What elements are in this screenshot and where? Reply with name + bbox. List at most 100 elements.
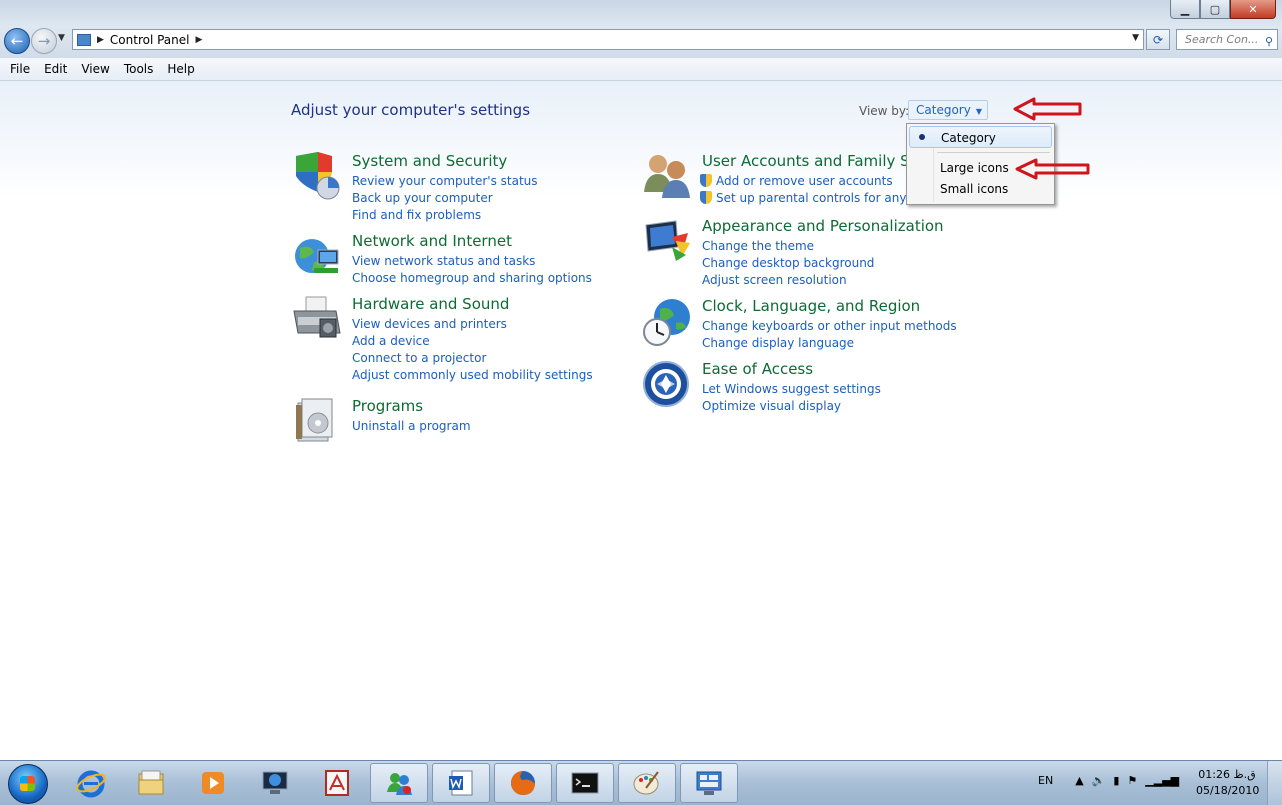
category-title[interactable]: Ease of Access [702,360,813,378]
pdf-icon [325,770,349,796]
control-panel-icon [696,771,722,795]
taskbar-kmplayer[interactable] [246,763,304,803]
monitor-paint-icon[interactable] [642,217,692,267]
close-button[interactable]: ✕ [1230,0,1276,19]
address-dropdown-button[interactable]: ▼ [1132,33,1139,43]
uac-shield-icon [700,191,712,204]
taskbar-command-prompt[interactable] [556,763,614,803]
view-option-category[interactable]: Category [909,126,1052,148]
ease-of-access-icon[interactable] [642,360,692,410]
link-display-language[interactable]: Change display language [702,334,957,351]
shield-icon[interactable] [292,152,342,202]
chevron-right-icon[interactable]: ▶ [196,35,203,45]
menu-tools[interactable]: Tools [117,62,161,76]
menu-help[interactable]: Help [160,62,201,76]
clock-date: 05/18/2010 [1196,784,1260,797]
printer-icon[interactable] [292,295,342,345]
link-devices-printers[interactable]: View devices and printers [352,315,593,332]
link-windows-suggest[interactable]: Let Windows suggest settings [702,380,881,397]
link-homegroup[interactable]: Choose homegroup and sharing options [352,269,592,286]
search-icon[interactable]: ⚲ [1265,32,1273,51]
link-optimize-display[interactable]: Optimize visual display [702,397,881,414]
refresh-button[interactable]: ⟳ [1146,29,1170,50]
annotation-arrow-view-by [1013,97,1082,121]
paint-palette-icon [633,771,659,795]
link-connect-projector[interactable]: Connect to a projector [352,349,593,366]
category-title[interactable]: User Accounts and Family Saf [702,152,924,170]
view-by-dropdown[interactable]: Category ▼ [908,100,988,120]
link-find-fix[interactable]: Find and fix problems [352,206,538,223]
taskbar-word[interactable] [432,763,490,803]
taskbar-paint[interactable] [618,763,676,803]
link-parental-controls[interactable]: Set up parental controls for any use [700,189,931,206]
chevron-right-icon[interactable]: ▶ [97,35,104,45]
language-indicator[interactable]: EN [1038,774,1053,787]
content-header-gradient [0,81,1282,201]
minimize-button[interactable]: ▁ [1170,0,1200,19]
arrow-right-icon: → [37,32,51,50]
forward-button[interactable]: → [31,28,57,54]
clock-time: 01:26 ق.ظ [1198,768,1256,781]
category-title[interactable]: Appearance and Personalization [702,217,944,235]
media-player-icon [202,772,224,794]
page-title: Adjust your computer's settings [291,101,531,119]
window-controls: ▁ ▢ ✕ [1170,0,1276,19]
breadcrumb-control-panel[interactable]: Control Panel [110,33,190,47]
view-option-small-icons[interactable]: Small icons [909,178,1052,200]
taskbar-media-player[interactable] [184,763,242,803]
messenger-icon [387,773,412,795]
show-hidden-icons-button[interactable]: ▲ [1075,774,1083,787]
power-icon[interactable]: ▮ [1113,774,1119,787]
category-title[interactable]: Programs [352,397,423,415]
word-icon [449,770,473,796]
category-title[interactable]: Network and Internet [352,232,512,250]
address-bar[interactable]: ▶ Control Panel ▶ ▼ [72,29,1144,50]
link-uninstall-program[interactable]: Uninstall a program [352,417,471,434]
taskbar-pdf-reader[interactable] [308,763,366,803]
action-center-flag-icon[interactable]: ⚑ [1127,774,1137,787]
radio-dot-icon [919,134,925,140]
link-screen-resolution[interactable]: Adjust screen resolution [702,271,874,288]
link-network-status[interactable]: View network status and tasks [352,252,592,269]
firefox-icon [511,771,535,795]
network-signal-icon[interactable]: ▁▂▄▆ [1145,774,1179,787]
system-tray: EN ▲ 🔈 ▮ ⚑ ▁▂▄▆ [1038,774,1179,787]
category-title[interactable]: System and Security [352,152,507,170]
link-mobility-settings[interactable]: Adjust commonly used mobility settings [352,366,593,383]
menu-edit[interactable]: Edit [37,62,74,76]
category-title[interactable]: Clock, Language, and Region [702,297,920,315]
internet-explorer-icon [76,770,106,798]
globe-network-icon[interactable] [292,232,342,282]
link-change-theme[interactable]: Change the theme [702,237,874,254]
volume-icon[interactable]: 🔈 [1092,774,1106,787]
taskbar-explorer[interactable] [122,763,180,803]
clock-globe-icon[interactable] [642,297,692,347]
recent-pages-button[interactable]: ▼ [58,33,65,43]
taskbar-firefox[interactable] [494,763,552,803]
link-add-remove-users[interactable]: Add or remove user accounts [700,172,931,189]
menu-view[interactable]: View [74,62,116,76]
link-back-up[interactable]: Back up your computer [352,189,538,206]
link-desktop-background[interactable]: Change desktop background [702,254,874,271]
programs-icon[interactable] [292,397,342,447]
taskbar-internet-explorer[interactable] [62,763,120,803]
show-desktop-button[interactable] [1267,761,1282,805]
taskbar-control-panel[interactable] [680,763,738,803]
start-button[interactable] [8,764,48,804]
maximize-button[interactable]: ▢ [1200,0,1230,19]
clock[interactable]: 01:26 ق.ظ 05/18/2010 [1196,767,1260,799]
control-panel-icon [77,33,91,46]
link-add-device[interactable]: Add a device [352,332,593,349]
link-change-keyboards[interactable]: Change keyboards or other input methods [702,317,957,334]
search-input[interactable]: Search Con... ⚲ [1176,29,1278,50]
view-by-label: View by: [859,104,910,118]
category-title[interactable]: Hardware and Sound [352,295,509,313]
users-icon[interactable] [642,152,692,202]
back-button[interactable]: ← [4,28,30,54]
view-by-value: Category [916,103,971,117]
menu-file[interactable]: File [0,62,37,76]
annotation-arrow-large-icons [1015,158,1090,180]
link-review-status[interactable]: Review your computer's status [352,172,538,189]
taskbar-messenger[interactable] [370,763,428,803]
menu-bar: File Edit View Tools Help [0,58,1282,81]
